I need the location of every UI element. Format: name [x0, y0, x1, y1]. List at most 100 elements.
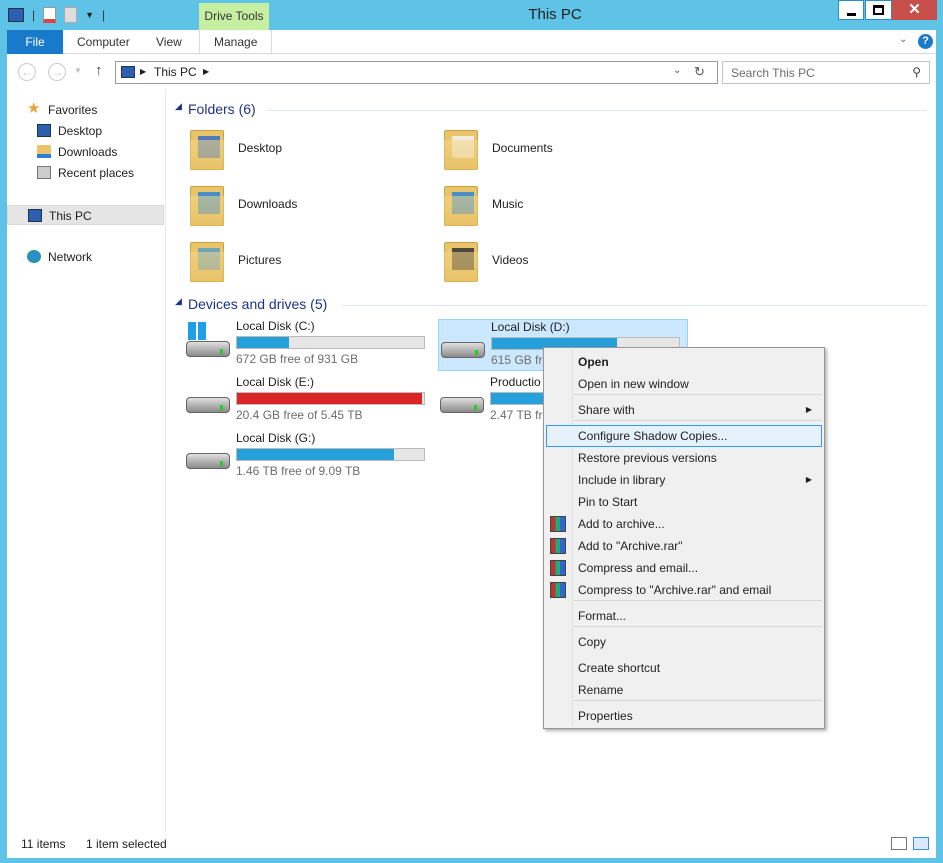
collapse-chevron-icon[interactable]: ◢ — [175, 296, 182, 307]
selection-count: 1 item selected — [86, 837, 167, 851]
expand-ribbon-icon[interactable]: ⌄ — [899, 34, 907, 45]
status-bar: 11 items 1 item selected — [0, 832, 943, 858]
winrar-icon — [550, 538, 566, 554]
menu-item-open[interactable]: Open — [546, 351, 822, 373]
computer-icon — [121, 66, 135, 78]
menu-item-open-in-new-window[interactable]: Open in new window — [546, 373, 822, 395]
hard-drive-icon — [440, 391, 484, 415]
sidebar-item-network[interactable]: Network — [7, 247, 164, 267]
help-icon[interactable]: ? — [918, 34, 933, 49]
navigation-bar: ← → ▼ ↑ ▶ This PC ▶ ⌄ ↻ Search This PC ⚲ — [7, 54, 936, 90]
folder-icon — [188, 238, 228, 284]
folder-documents[interactable]: Documents — [442, 126, 682, 176]
folder-icon — [442, 238, 482, 284]
tab-view[interactable]: View — [142, 30, 196, 54]
sidebar-item-label: Downloads — [58, 145, 118, 159]
up-button[interactable]: ↑ — [95, 62, 103, 79]
submenu-arrow-icon: ▶ — [805, 475, 812, 484]
network-icon — [27, 250, 41, 263]
folder-desktop[interactable]: Desktop — [188, 126, 428, 176]
sidebar-item-label: Network — [48, 250, 93, 264]
sidebar-item-label: This PC — [49, 209, 92, 223]
address-bar[interactable]: ▶ This PC ▶ ⌄ ↻ — [115, 61, 718, 84]
folder-music[interactable]: Music — [442, 182, 682, 232]
hard-drive-icon — [186, 391, 230, 415]
windows-logo-icon — [188, 322, 206, 340]
navigation-pane: ★ Favorites Desktop Downloads Recent plac… — [7, 90, 166, 832]
divider — [267, 110, 927, 111]
tab-file[interactable]: File — [7, 30, 63, 54]
menu-item-format[interactable]: Format... — [546, 605, 822, 627]
menu-item-include-in-library[interactable]: Include in library ▶ — [546, 469, 822, 491]
maximize-button[interactable] — [865, 0, 892, 20]
large-icons-view-icon[interactable] — [913, 837, 929, 850]
menu-item-rename[interactable]: Rename — [546, 679, 822, 701]
collapse-chevron-icon[interactable]: ◢ — [175, 101, 182, 112]
downloads-icon — [37, 145, 51, 158]
desktop-icon — [37, 124, 51, 137]
menu-item-add-to-archive-rar[interactable]: Add to "Archive.rar" — [546, 535, 822, 557]
sidebar-item-desktop[interactable]: Desktop — [7, 121, 164, 141]
window-title: This PC — [528, 6, 582, 23]
title-bar: | ▼ | Drive Tools This PC ✕ — [0, 0, 943, 30]
winrar-icon — [550, 582, 566, 598]
menu-item-properties[interactable]: Properties — [546, 705, 822, 727]
winrar-icon — [550, 516, 566, 532]
drive-item[interactable]: Local Disk (C:) 672 GB free of 931 GB — [184, 319, 434, 371]
menu-item-configure-shadow-copies[interactable]: Configure Shadow Copies... — [546, 425, 822, 447]
menu-item-share-with[interactable]: Share with ▶ — [546, 399, 822, 421]
item-count: 11 items — [21, 837, 66, 851]
forward-button[interactable]: → — [48, 63, 66, 81]
menu-item-copy[interactable]: Copy — [546, 631, 822, 653]
computer-icon — [28, 209, 42, 222]
details-view-icon[interactable] — [891, 837, 907, 850]
menu-item-compress-to-archive-rar-and-email[interactable]: Compress to "Archive.rar" and email — [546, 579, 822, 601]
folder-videos[interactable]: Videos — [442, 238, 682, 288]
sidebar-item-label: Recent places — [58, 166, 135, 180]
menu-item-compress-and-email[interactable]: Compress and email... — [546, 557, 822, 579]
submenu-arrow-icon: ▶ — [805, 405, 812, 414]
menu-item-create-shortcut[interactable]: Create shortcut — [546, 657, 822, 679]
folder-icon — [188, 126, 228, 172]
search-placeholder: Search This PC — [731, 66, 815, 80]
drive-usage-bar — [236, 336, 425, 349]
sidebar-item-label: Favorites — [48, 103, 98, 117]
menu-item-restore-previous-versions[interactable]: Restore previous versions — [546, 447, 822, 469]
back-button[interactable]: ← — [18, 63, 36, 81]
breadcrumb-chevron-icon[interactable]: ▶ — [203, 67, 209, 76]
drive-item[interactable]: Local Disk (E:) 20.4 GB free of 5.45 TB — [184, 375, 434, 427]
recent-locations-dropdown[interactable]: ▼ — [74, 66, 82, 75]
breadcrumb-this-pc[interactable]: This PC — [154, 65, 197, 79]
close-button[interactable]: ✕ — [892, 0, 937, 20]
recent-places-icon — [37, 166, 51, 179]
tab-computer[interactable]: Computer — [63, 30, 144, 54]
hard-drive-icon — [441, 336, 485, 360]
breadcrumb-chevron-icon[interactable]: ▶ — [140, 67, 146, 76]
folder-downloads[interactable]: Downloads — [188, 182, 428, 232]
sidebar-item-favorites[interactable]: ★ Favorites — [7, 100, 164, 120]
folder-icon — [442, 126, 482, 172]
sidebar-item-label: Desktop — [58, 124, 103, 138]
search-icon: ⚲ — [912, 65, 921, 79]
minimize-button[interactable] — [838, 0, 864, 20]
menu-item-pin-to-start[interactable]: Pin to Start — [546, 491, 822, 513]
address-dropdown-icon[interactable]: ⌄ — [673, 65, 681, 76]
star-icon: ★ — [27, 100, 41, 117]
drives-header[interactable]: Devices and drives (5) — [188, 296, 327, 312]
drive-item[interactable]: Local Disk (G:) 1.46 TB free of 9.09 TB — [184, 431, 434, 483]
hard-drive-icon — [186, 447, 230, 471]
divider — [342, 305, 927, 306]
sidebar-item-this-pc[interactable]: This PC — [7, 205, 164, 225]
refresh-icon[interactable]: ↻ — [694, 64, 705, 80]
tab-manage[interactable]: Manage — [199, 30, 273, 54]
folder-icon — [188, 182, 228, 228]
sidebar-item-recent-places[interactable]: Recent places — [7, 163, 164, 183]
search-input[interactable]: Search This PC ⚲ — [722, 61, 930, 84]
ribbon-tabs: File Computer View Manage ⌄ ? — [7, 30, 936, 54]
menu-item-add-to-archive[interactable]: Add to archive... — [546, 513, 822, 535]
folder-pictures[interactable]: Pictures — [188, 238, 428, 288]
context-menu: Open Open in new window Share with ▶ Configu… — [543, 347, 825, 729]
drive-usage-bar — [236, 392, 425, 405]
folders-header[interactable]: Folders (6) — [188, 101, 256, 117]
sidebar-item-downloads[interactable]: Downloads — [7, 142, 164, 162]
